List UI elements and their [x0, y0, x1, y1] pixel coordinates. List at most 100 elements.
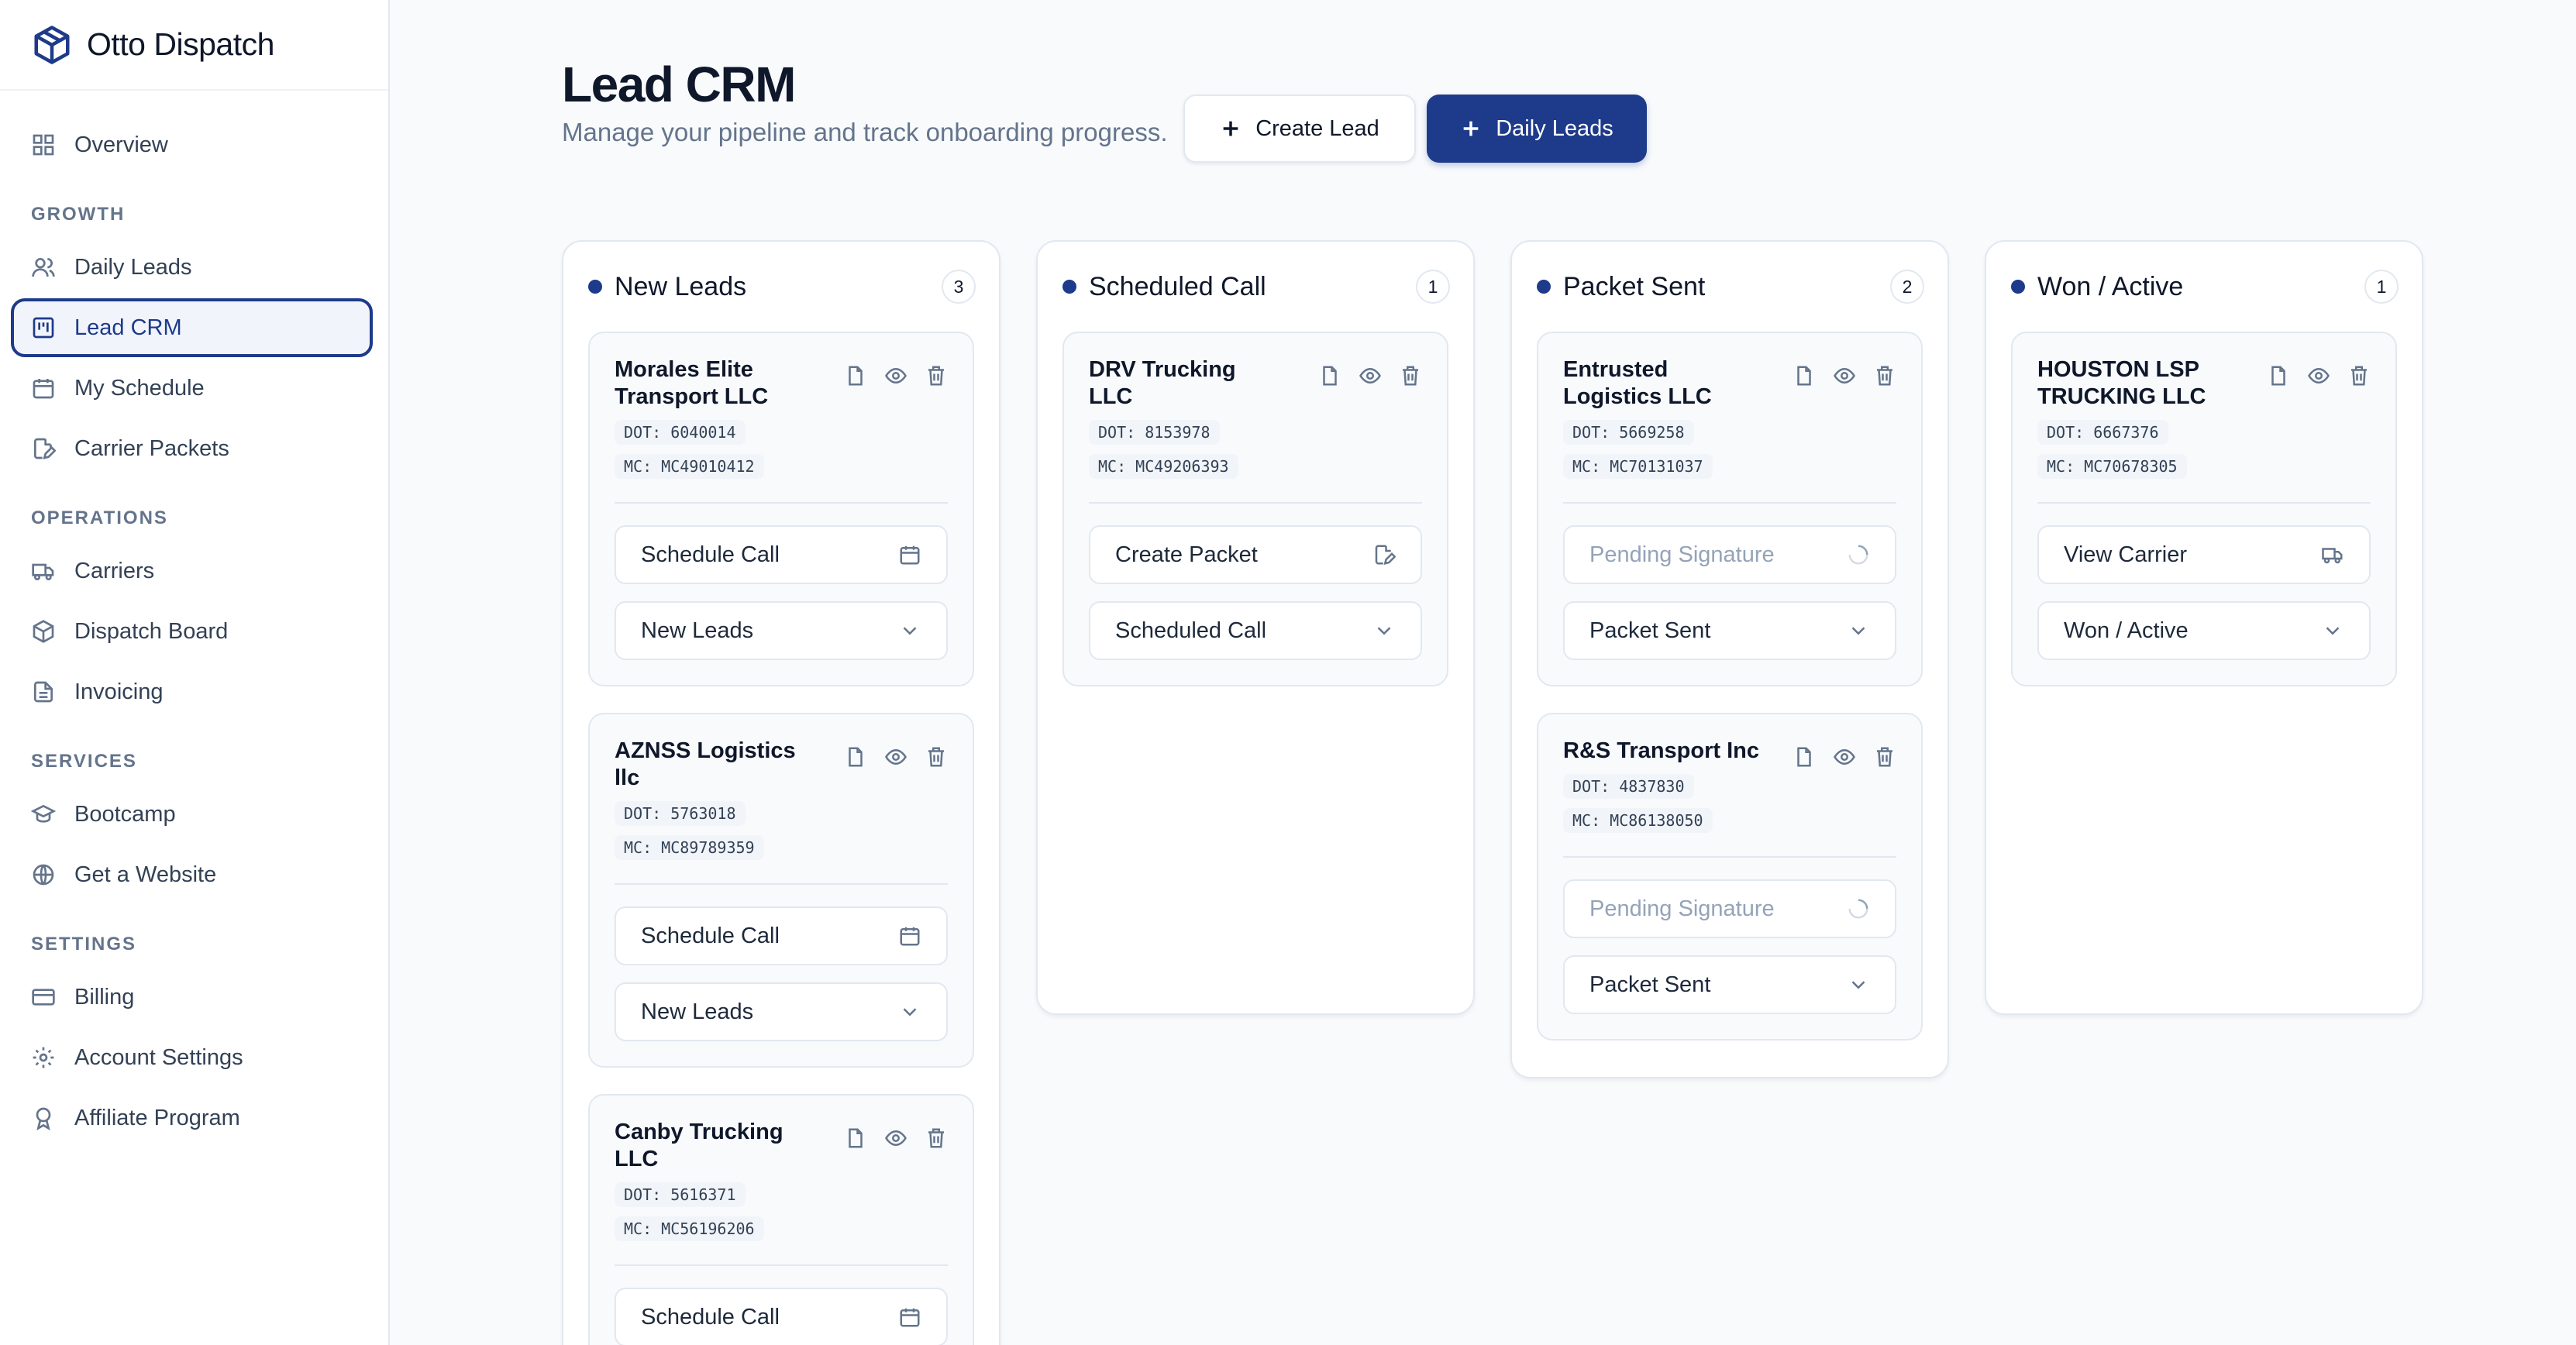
- status-dot: [2011, 280, 2025, 294]
- eye-icon[interactable]: [2307, 364, 2330, 387]
- users-icon: [32, 258, 55, 277]
- create-packet-button[interactable]: Create Packet: [1089, 525, 1422, 584]
- schedule-call-button[interactable]: Schedule Call: [615, 525, 948, 584]
- column-title: New Leads: [615, 271, 747, 301]
- column-title: Won / Active: [2037, 271, 2184, 301]
- file-icon[interactable]: [844, 1127, 867, 1150]
- column-title: Packet Sent: [1563, 271, 1706, 301]
- globe-icon: [33, 864, 54, 886]
- column-won-active: Won / Active 1 HOUSTON LSP TRUCKING LLC …: [1985, 240, 2423, 1015]
- brand[interactable]: Otto Dispatch: [0, 0, 388, 91]
- trash-icon[interactable]: [1399, 364, 1422, 387]
- gear-icon: [33, 1047, 54, 1068]
- file-icon[interactable]: [1793, 364, 1816, 387]
- graduation-cap-icon: [31, 804, 56, 823]
- create-lead-label: Create Lead: [1255, 115, 1379, 141]
- status-value: New Leads: [641, 999, 754, 1024]
- eye-icon[interactable]: [1833, 364, 1856, 387]
- eye-icon[interactable]: [1359, 364, 1382, 387]
- action-label: Pending Signature: [1589, 542, 1775, 567]
- overview-icon: [33, 134, 54, 156]
- schedule-call-button[interactable]: Schedule Call: [615, 906, 948, 965]
- column-count-badge: 2: [1890, 270, 1924, 304]
- eye-icon[interactable]: [884, 745, 907, 769]
- chevron-down-icon: [2326, 627, 2340, 635]
- mc-number: MC: MC49206393: [1089, 454, 1238, 479]
- page-title: Lead CRM: [562, 57, 796, 112]
- mc-number: MC: MC70678305: [2037, 454, 2187, 479]
- file-icon[interactable]: [844, 745, 867, 769]
- sidebar-item-label: Billing: [74, 984, 135, 1010]
- sidebar-item-daily-leads[interactable]: Daily Leads: [11, 238, 373, 297]
- mc-number: MC: MC70131037: [1563, 454, 1713, 479]
- trash-icon[interactable]: [925, 1127, 948, 1150]
- trash-icon[interactable]: [2347, 364, 2371, 387]
- file-icon[interactable]: [844, 364, 867, 387]
- lead-name: AZNSS Logistics llc: [615, 738, 796, 790]
- eye-icon[interactable]: [884, 1127, 907, 1150]
- card-actions: [1793, 745, 1896, 769]
- trash-icon[interactable]: [1873, 364, 1896, 387]
- lead-card[interactable]: R&S Transport Inc DOT: 4837830 MC: MC861…: [1537, 713, 1923, 1041]
- section-title-services: SERVICES: [31, 751, 137, 772]
- sidebar-item-lead-crm[interactable]: Lead CRM: [11, 298, 373, 357]
- sidebar-item-label: Dispatch Board: [74, 618, 229, 644]
- sidebar-item-label: Lead CRM: [74, 315, 182, 340]
- status-dot: [1537, 280, 1551, 294]
- status-select[interactable]: Packet Sent: [1563, 955, 1896, 1014]
- view-carrier-button[interactable]: View Carrier: [2037, 525, 2371, 584]
- trash-icon[interactable]: [1873, 745, 1896, 769]
- daily-leads-button[interactable]: Daily Leads: [1427, 95, 1647, 163]
- dot-number: DOT: 5763018: [615, 801, 746, 826]
- lead-card[interactable]: AZNSS Logistics llc DOT: 5763018 MC: MC8…: [588, 713, 974, 1068]
- file-icon[interactable]: [1318, 364, 1341, 387]
- spinner-icon: [1848, 899, 1868, 919]
- status-select[interactable]: New Leads: [615, 601, 948, 660]
- card-actions: [1793, 364, 1896, 387]
- status-select[interactable]: New Leads: [615, 982, 948, 1041]
- card-actions: [844, 745, 948, 769]
- schedule-call-button[interactable]: Schedule Call: [615, 1288, 948, 1345]
- section-title-settings: SETTINGS: [31, 934, 137, 955]
- sidebar-item-billing[interactable]: Billing: [11, 968, 373, 1027]
- main-content: Lead CRM Manage your pipeline and track …: [391, 0, 2576, 1345]
- sidebar-item-label: Overview: [74, 132, 168, 157]
- plus-icon: [1223, 121, 1238, 136]
- sidebar-item-account-settings[interactable]: Account Settings: [11, 1028, 373, 1087]
- status-value: Won / Active: [2064, 617, 2189, 643]
- sidebar-item-my-schedule[interactable]: My Schedule: [11, 359, 373, 418]
- sidebar: Otto Dispatch Overview GROWTH Daily Lead…: [0, 0, 390, 1345]
- eye-icon[interactable]: [884, 364, 907, 387]
- file-icon[interactable]: [1793, 745, 1816, 769]
- status-select[interactable]: Packet Sent: [1563, 601, 1896, 660]
- sidebar-item-get-a-website[interactable]: Get a Website: [11, 845, 373, 904]
- sidebar-item-overview[interactable]: Overview: [11, 115, 373, 174]
- lead-card[interactable]: HOUSTON LSP TRUCKING LLC DOT: 6667376 MC…: [2011, 332, 2397, 686]
- lead-card[interactable]: DRV Trucking LLC DOT: 8153978 MC: MC4920…: [1062, 332, 1448, 686]
- sidebar-item-affiliate-program[interactable]: Affiliate Program: [11, 1089, 373, 1147]
- create-lead-button[interactable]: Create Lead: [1183, 95, 1416, 163]
- trash-icon[interactable]: [925, 364, 948, 387]
- sidebar-item-bootcamp[interactable]: Bootcamp: [11, 785, 373, 844]
- sidebar-item-carrier-packets[interactable]: Carrier Packets: [11, 419, 373, 478]
- lead-card[interactable]: Morales Elite Transport LLC DOT: 6040014…: [588, 332, 974, 686]
- status-select[interactable]: Won / Active: [2037, 601, 2371, 660]
- lead-card[interactable]: Canby Trucking LLC DOT: 5616371 MC: MC56…: [588, 1094, 974, 1345]
- file-icon[interactable]: [2267, 364, 2290, 387]
- box-icon: [33, 620, 54, 643]
- file-edit-icon: [1375, 545, 1396, 565]
- trash-icon[interactable]: [925, 745, 948, 769]
- status-value: Packet Sent: [1589, 972, 1711, 997]
- sidebar-item-carriers[interactable]: Carriers: [11, 542, 373, 600]
- sidebar-item-invoicing[interactable]: Invoicing: [11, 662, 373, 721]
- status-select[interactable]: Scheduled Call: [1089, 601, 1422, 660]
- document-icon: [34, 681, 53, 703]
- column-header: Won / Active 1: [1986, 242, 2422, 332]
- status-value: Scheduled Call: [1115, 617, 1267, 643]
- card-actions: [844, 1127, 948, 1150]
- lead-card[interactable]: Entrusted Logistics LLC DOT: 5669258 MC:…: [1537, 332, 1923, 686]
- dot-number: DOT: 8153978: [1089, 420, 1220, 445]
- sidebar-item-dispatch-board[interactable]: Dispatch Board: [11, 602, 373, 661]
- eye-icon[interactable]: [1833, 745, 1856, 769]
- sidebar-item-label: Affiliate Program: [74, 1105, 240, 1130]
